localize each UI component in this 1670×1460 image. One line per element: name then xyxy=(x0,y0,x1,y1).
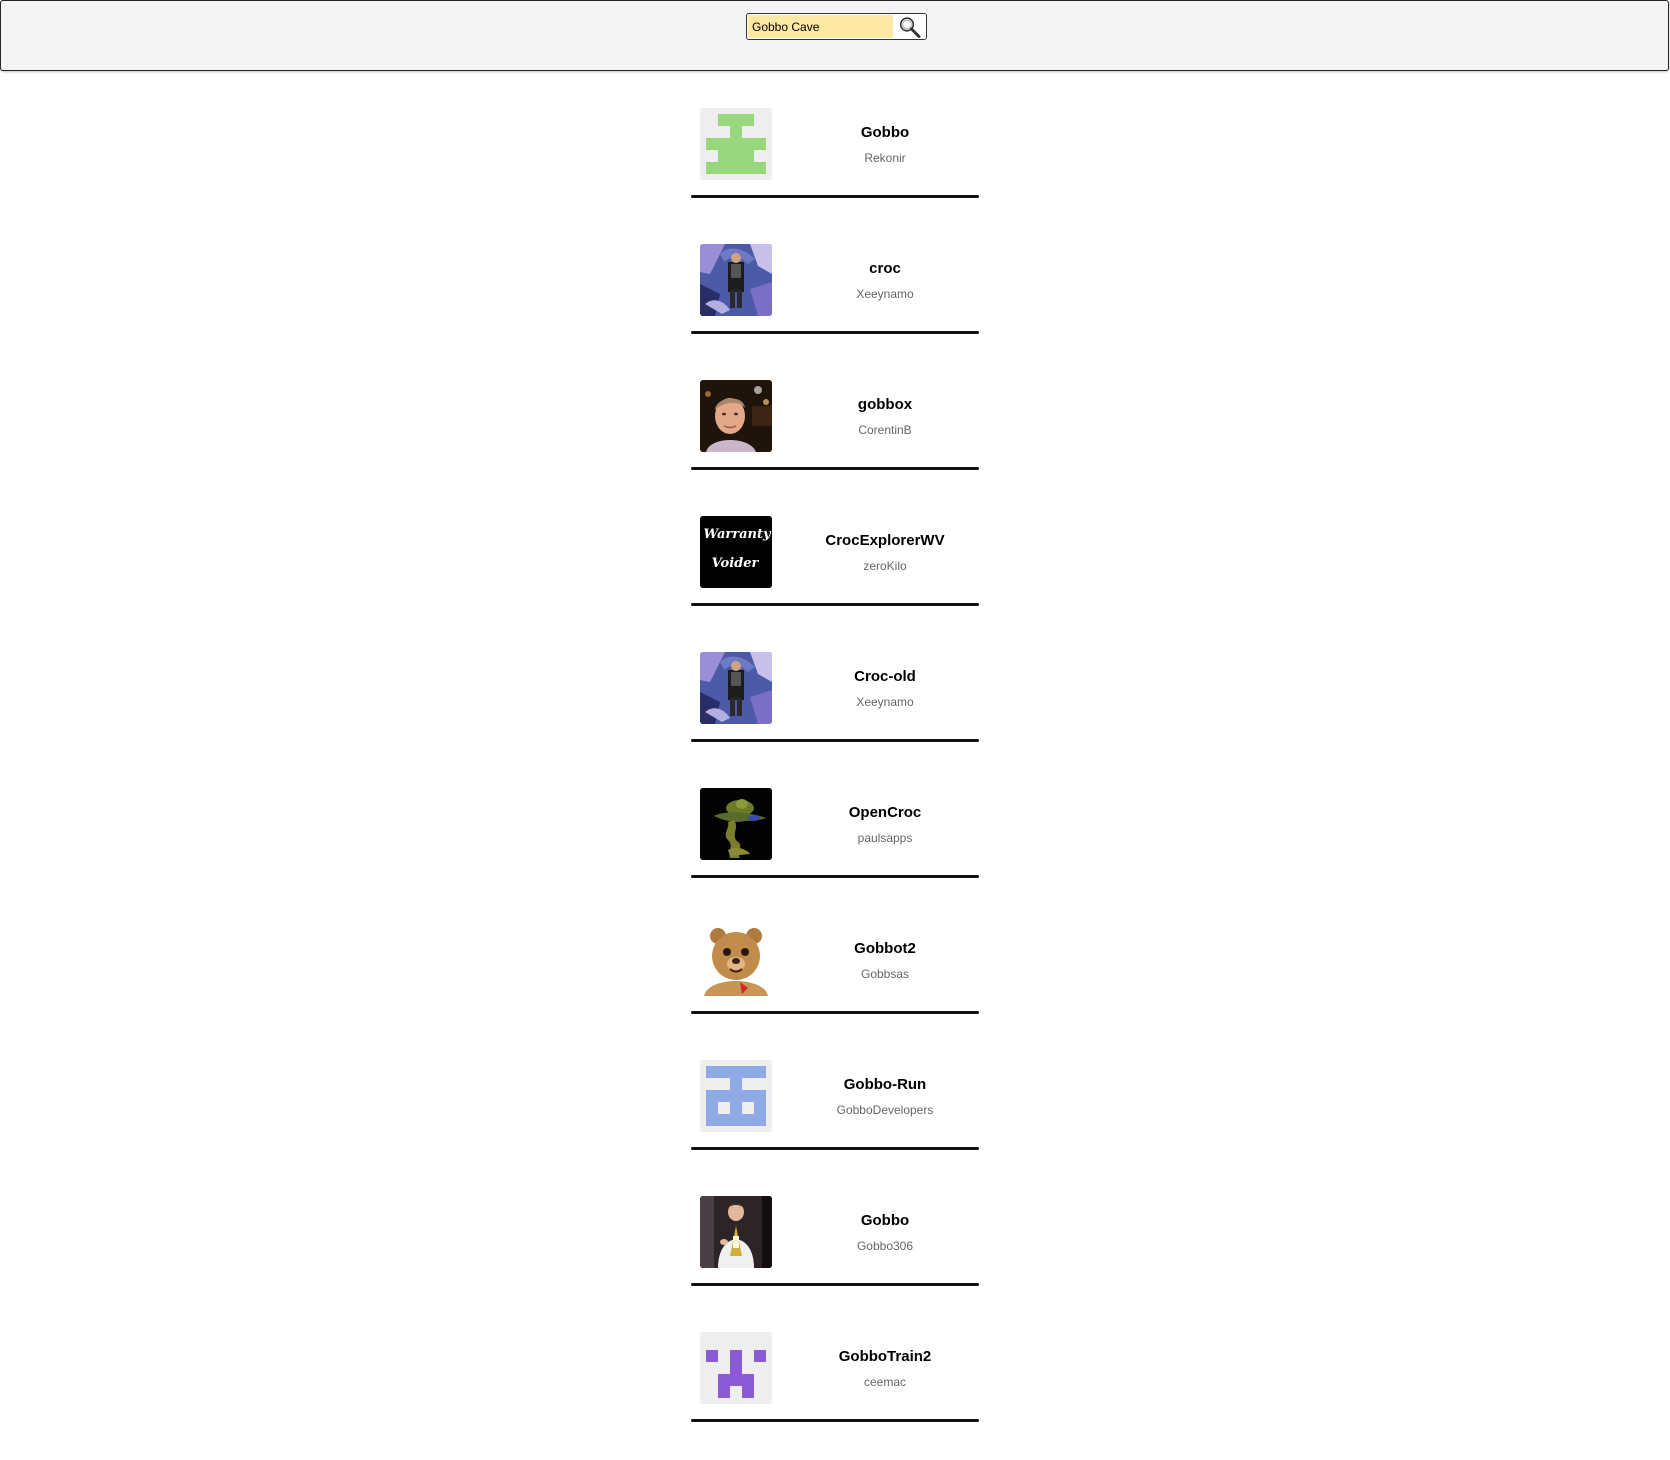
card-divider xyxy=(691,603,979,606)
avatar[interactable] xyxy=(700,1196,772,1268)
result-owner[interactable]: ceemac xyxy=(791,1375,979,1389)
result-owner[interactable]: Rekonir xyxy=(791,151,979,165)
result-name[interactable]: croc xyxy=(791,260,979,277)
result-name[interactable]: GobboTrain2 xyxy=(791,1348,979,1365)
avatar[interactable] xyxy=(700,652,772,724)
result-name[interactable]: Croc-old xyxy=(791,668,979,685)
avatar[interactable] xyxy=(700,1332,772,1404)
avatar[interactable] xyxy=(700,380,772,452)
card-divider xyxy=(691,195,979,198)
card-divider xyxy=(691,467,979,470)
result-owner[interactable]: GobboDevelopers xyxy=(791,1103,979,1117)
result-owner[interactable]: Xeeynamo xyxy=(791,695,979,709)
result-owner[interactable]: Xeeynamo xyxy=(791,287,979,301)
card-divider xyxy=(691,1283,979,1286)
result-card[interactable]: GobboTrain2 ceemac xyxy=(691,1324,979,1460)
magnifier-icon xyxy=(899,16,921,38)
card-divider xyxy=(691,1419,979,1422)
top-bar xyxy=(0,0,1669,71)
result-card[interactable]: croc Xeeynamo xyxy=(691,236,979,372)
result-owner[interactable]: Gobbsas xyxy=(791,967,979,981)
result-name[interactable]: Gobbo-Run xyxy=(791,1076,979,1093)
result-card[interactable]: OpenCroc paulsapps xyxy=(691,780,979,916)
avatar-logo-line-1: Warranty xyxy=(703,527,771,542)
result-name[interactable]: OpenCroc xyxy=(791,804,979,821)
result-card[interactable]: Gobbot2 Gobbsas xyxy=(691,916,979,1052)
avatar[interactable] xyxy=(700,924,772,996)
search-box xyxy=(746,13,927,40)
result-owner[interactable]: CorentinB xyxy=(791,423,979,437)
result-card[interactable]: Gobbo Gobbo306 xyxy=(691,1188,979,1324)
card-divider xyxy=(691,739,979,742)
result-name[interactable]: CrocExplorerWV xyxy=(791,532,979,549)
avatar-logo-line-2: Voider xyxy=(712,556,760,571)
result-card[interactable]: gobbox CorentinB xyxy=(691,372,979,508)
search-input[interactable] xyxy=(748,15,893,38)
result-card[interactable]: Warranty Voider CrocExplorerWV zeroKilo xyxy=(691,508,979,644)
result-name[interactable]: Gobbot2 xyxy=(791,940,979,957)
avatar[interactable] xyxy=(700,108,772,180)
result-owner[interactable]: Gobbo306 xyxy=(791,1239,979,1253)
avatar[interactable] xyxy=(700,788,772,860)
card-divider xyxy=(691,875,979,878)
avatar[interactable] xyxy=(700,244,772,316)
card-divider xyxy=(691,1011,979,1014)
card-divider xyxy=(691,1147,979,1150)
result-name[interactable]: Gobbo xyxy=(791,124,979,141)
avatar[interactable]: Warranty Voider xyxy=(700,516,772,588)
result-card[interactable]: Gobbo Rekonir xyxy=(691,100,979,236)
result-card[interactable]: Gobbo-Run GobboDevelopers xyxy=(691,1052,979,1188)
avatar[interactable] xyxy=(700,1060,772,1132)
result-name[interactable]: gobbox xyxy=(791,396,979,413)
search-button[interactable] xyxy=(894,14,926,39)
result-owner[interactable]: zeroKilo xyxy=(791,559,979,573)
results-list: Gobbo Rekonir croc Xeeynamo gobbox Coren… xyxy=(691,100,979,1460)
result-card[interactable]: Croc-old Xeeynamo xyxy=(691,644,979,780)
result-name[interactable]: Gobbo xyxy=(791,1212,979,1229)
result-owner[interactable]: paulsapps xyxy=(791,831,979,845)
card-divider xyxy=(691,331,979,334)
